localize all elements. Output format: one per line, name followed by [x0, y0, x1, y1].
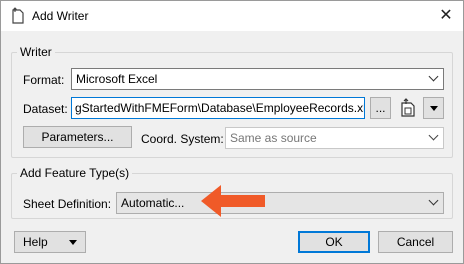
writer-icon: [12, 7, 24, 24]
parameters-button[interactable]: Parameters...: [23, 126, 132, 148]
cancel-label: Cancel: [396, 235, 435, 249]
dropdown-icon: [429, 106, 438, 112]
dropdown-icon: [69, 240, 78, 246]
format-label: Format:: [23, 73, 65, 87]
dataset-value: gStartedWithFMEForm\Database\EmployeeRec…: [75, 101, 365, 115]
dialog-title: Add Writer: [32, 9, 89, 23]
sheet-definition-label: Sheet Definition:: [23, 197, 112, 211]
annotation-arrow-icon: [201, 185, 265, 217]
add-writer-dialog: Add Writer ✕ Writer Format: Microsoft Ex…: [0, 0, 464, 264]
browse-button[interactable]: ...: [370, 97, 391, 119]
format-select[interactable]: Microsoft Excel: [71, 68, 444, 90]
chevron-down-icon: [428, 195, 439, 206]
close-icon[interactable]: ✕: [434, 5, 458, 27]
title-bar: Add Writer ✕: [1, 1, 463, 31]
chevron-down-icon: [428, 130, 439, 141]
cancel-button[interactable]: Cancel: [378, 231, 453, 253]
help-button[interactable]: Help: [14, 231, 86, 253]
chevron-down-icon: [428, 71, 439, 82]
dataset-label: Dataset:: [23, 102, 68, 116]
ok-button[interactable]: OK: [298, 231, 370, 253]
parameters-label: Parameters...: [41, 130, 114, 144]
feature-type-group-legend: Add Feature Type(s): [17, 166, 133, 180]
browse-icon: ...: [375, 101, 386, 115]
help-label: Help: [22, 235, 48, 249]
dataset-dropdown-button[interactable]: [423, 97, 444, 119]
coord-system-value: Same as source: [230, 131, 317, 145]
sheet-definition-value: Automatic...: [121, 196, 185, 210]
format-value: Microsoft Excel: [76, 72, 158, 86]
coord-system-label: Coord. System:: [141, 132, 224, 146]
sheet-definition-select[interactable]: Automatic...: [116, 192, 444, 214]
dataset-field[interactable]: gStartedWithFMEForm\Database\EmployeeRec…: [71, 97, 365, 119]
ok-label: OK: [325, 235, 343, 249]
writer-group-legend: Writer: [17, 45, 55, 59]
coord-system-select[interactable]: Same as source: [225, 127, 444, 149]
dataset-options-icon[interactable]: [398, 97, 418, 119]
